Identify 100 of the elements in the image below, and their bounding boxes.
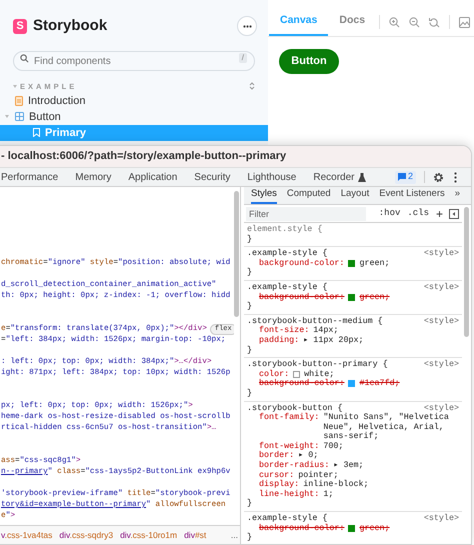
css-value[interactable]: green; (359, 258, 390, 268)
css-property[interactable]: background-color: (259, 292, 344, 302)
css-value[interactable]: green; (359, 292, 390, 302)
source-link[interactable]: <style> (424, 360, 459, 370)
css-property[interactable]: padding: (259, 336, 300, 346)
panel-tab[interactable]: Performance (1, 170, 58, 184)
search-icon (20, 54, 29, 62)
closing-brace: } (247, 346, 254, 356)
expand-collapse-icon[interactable] (249, 82, 255, 90)
more-options-icon[interactable] (454, 172, 457, 182)
zoom-out-icon[interactable] (409, 16, 420, 28)
styles-tab[interactable]: Computed (286, 187, 331, 204)
css-property[interactable]: font-size: (259, 326, 310, 336)
caret-icon (5, 115, 9, 118)
closing-brace: } (247, 533, 254, 543)
css-value[interactable]: #1ea7fd; (359, 379, 400, 389)
window-title: - localhost:6006/?path=/story/example-button--primary (1, 149, 286, 164)
panel-tab[interactable]: Application (128, 170, 178, 184)
closing-brace: } (247, 388, 254, 398)
hover-state-toggle[interactable]: :hov (378, 206, 400, 220)
breadcrumb[interactable]: div.css-10ro1m (120, 528, 178, 542)
css-selector: .storybook-button--primary { (247, 360, 388, 370)
tree-item[interactable]: Introduction (0, 92, 268, 109)
css-value[interactable]: ▸ 3em; (333, 461, 364, 471)
panel-tab[interactable]: Memory (75, 170, 112, 184)
css-property[interactable]: font-weight: (259, 442, 320, 452)
settings-icon[interactable] (433, 172, 444, 182)
message-icon (398, 173, 406, 181)
source-link[interactable]: <style> (424, 514, 459, 524)
css-property[interactable]: font-family: (259, 413, 320, 423)
tree-item[interactable]: Button (0, 108, 268, 125)
css-selector: .example-style { (247, 514, 328, 524)
styles-tab[interactable]: Layout (340, 187, 370, 204)
css-property[interactable]: border-radius: (259, 461, 330, 471)
preview-tab[interactable]: Docs (328, 8, 376, 36)
source-link[interactable]: <style> (424, 282, 459, 293)
image-icon[interactable] (459, 16, 470, 28)
styles-tab[interactable]: » (454, 187, 460, 204)
css-value[interactable]: 1; (323, 490, 334, 500)
new-rule-button[interactable]: + (436, 208, 443, 220)
zoom-in-icon[interactable] (389, 16, 400, 28)
css-selector: .example-style { (247, 282, 328, 292)
reset-zoom-icon[interactable] (429, 16, 440, 28)
flask-icon (358, 172, 366, 182)
app-title: Storybook (33, 16, 108, 36)
closing-brace: } (247, 268, 254, 278)
color-swatch[interactable] (293, 370, 300, 378)
menu-button[interactable] (237, 16, 257, 36)
css-property[interactable]: cursor: (259, 470, 294, 480)
primary-button[interactable]: Button (279, 48, 339, 74)
storybook-logo: S (13, 18, 27, 34)
color-swatch[interactable] (348, 524, 356, 532)
component-icon (15, 112, 24, 122)
color-swatch[interactable] (348, 380, 356, 388)
panel-tab[interactable]: Lighthouse (247, 170, 296, 184)
caret-icon (13, 84, 17, 88)
css-selector: .storybook-button { (247, 404, 342, 412)
source-link[interactable]: <style> (424, 249, 459, 259)
issues-badge[interactable]: 2 (394, 170, 416, 184)
css-property[interactable]: background-color: (259, 524, 344, 534)
css-value[interactable]: pointer; (298, 470, 338, 480)
css-value[interactable]: 14px; (313, 326, 338, 336)
source-link[interactable]: <style> (424, 316, 459, 326)
breadcrumb[interactable]: v.css-1va4tas (1, 528, 52, 542)
css-selector: element.style { (247, 225, 322, 234)
scrollbar-thumb[interactable] (234, 191, 239, 317)
css-value[interactable]: green; (359, 524, 390, 534)
panel-tab[interactable]: Recorder (313, 170, 366, 184)
bookmark-icon (33, 128, 40, 138)
closing-brace: } (247, 499, 254, 510)
css-value[interactable]: ▸ 11px 20px; (303, 336, 364, 346)
css-selector: .storybook-button--medium { (247, 316, 383, 326)
filter-field[interactable]: Filter (246, 206, 366, 220)
color-swatch[interactable] (348, 260, 356, 267)
more-breadcrumbs[interactable]: ... (230, 528, 238, 542)
class-toggle[interactable]: .cls (407, 206, 429, 220)
scrollbar-thumb[interactable] (464, 207, 469, 337)
css-property[interactable]: border: (259, 451, 294, 462)
css-property[interactable]: display: (259, 480, 300, 490)
css-value[interactable]: "Nunito Sans", "Helvetica Neue", Helvetica, Arial, sans-serif; (323, 413, 459, 442)
sidebar-toggle-icon[interactable] (449, 208, 459, 218)
css-property[interactable]: background-color: (259, 379, 344, 389)
css-property[interactable]: background-color: (259, 258, 344, 268)
closing-brace: } (247, 234, 254, 244)
source-link[interactable]: <style> (424, 404, 459, 414)
breadcrumb[interactable]: div.css-sqdry3 (59, 528, 114, 542)
css-property[interactable]: line-height: (259, 490, 320, 500)
document-icon (15, 96, 23, 106)
css-property[interactable]: color: (259, 370, 290, 380)
css-value[interactable]: white; (304, 370, 334, 380)
closing-brace: } (247, 302, 254, 312)
styles-tab[interactable]: Styles (251, 187, 277, 204)
color-swatch[interactable] (348, 294, 356, 301)
css-value[interactable]: inline-block; (303, 480, 369, 490)
css-value[interactable]: ▸ 0; (298, 451, 318, 462)
breadcrumb[interactable]: div#st (184, 528, 206, 542)
css-value[interactable]: 700; (323, 442, 344, 452)
styles-tab[interactable]: Event Listeners (379, 187, 445, 204)
panel-tab[interactable]: Security (194, 170, 230, 184)
css-selector: .example-style { (247, 249, 328, 258)
